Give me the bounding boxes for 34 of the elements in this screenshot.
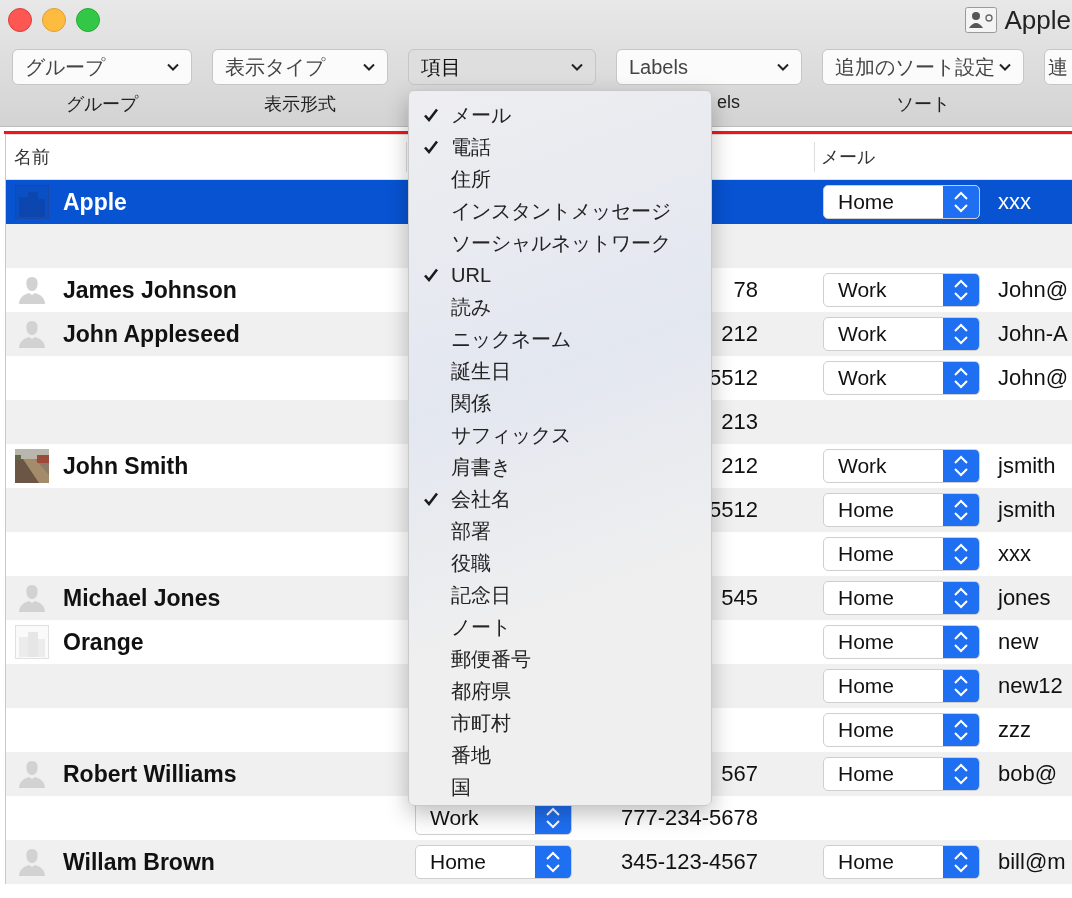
contact-name: Orange — [63, 628, 144, 656]
email-address: new12 — [998, 673, 1063, 698]
email-address: xxx — [998, 541, 1031, 566]
phone-number: 213 — [721, 409, 758, 434]
email-address: John@ — [998, 365, 1069, 390]
phone-number: 545 — [721, 585, 758, 610]
email-address: bob@ — [998, 761, 1058, 786]
contact-name: John Smith — [63, 452, 189, 480]
phone-number: 78 — [733, 277, 758, 302]
email-address: jsmith — [998, 497, 1056, 522]
email-address: zzz — [998, 717, 1031, 742]
phone-number: 777-234-5678 — [621, 805, 758, 830]
toolbar-label: 表示形式 — [264, 93, 336, 116]
contact-name: Willam Brown — [63, 848, 215, 876]
phone-number: 345-123-4567 — [621, 849, 758, 874]
email-address: jsmith — [998, 453, 1056, 478]
phone-number: 567 — [721, 761, 758, 786]
contact-name: Robert Williams — [63, 760, 237, 788]
contact-name: Apple — [63, 188, 127, 216]
contact-name: James Johnson — [63, 276, 237, 304]
email-address: xxx — [998, 189, 1031, 214]
window-title: Apple — [1004, 4, 1071, 36]
contact-name: John Appleseed — [63, 320, 240, 348]
toolbar-label: ソート — [896, 93, 950, 116]
email-address: John-A — [998, 321, 1068, 346]
phone-number: 212 — [721, 453, 758, 478]
email-address: jones — [998, 585, 1051, 610]
email-address: bill@m — [998, 849, 1066, 874]
toolbar-label: els — [717, 92, 740, 113]
phone-number: 212 — [721, 321, 758, 346]
contact-name: Michael Jones — [63, 584, 221, 612]
email-address: new — [998, 629, 1039, 654]
toolbar-label: グループ — [66, 93, 138, 116]
email-address: John@ — [998, 277, 1069, 302]
